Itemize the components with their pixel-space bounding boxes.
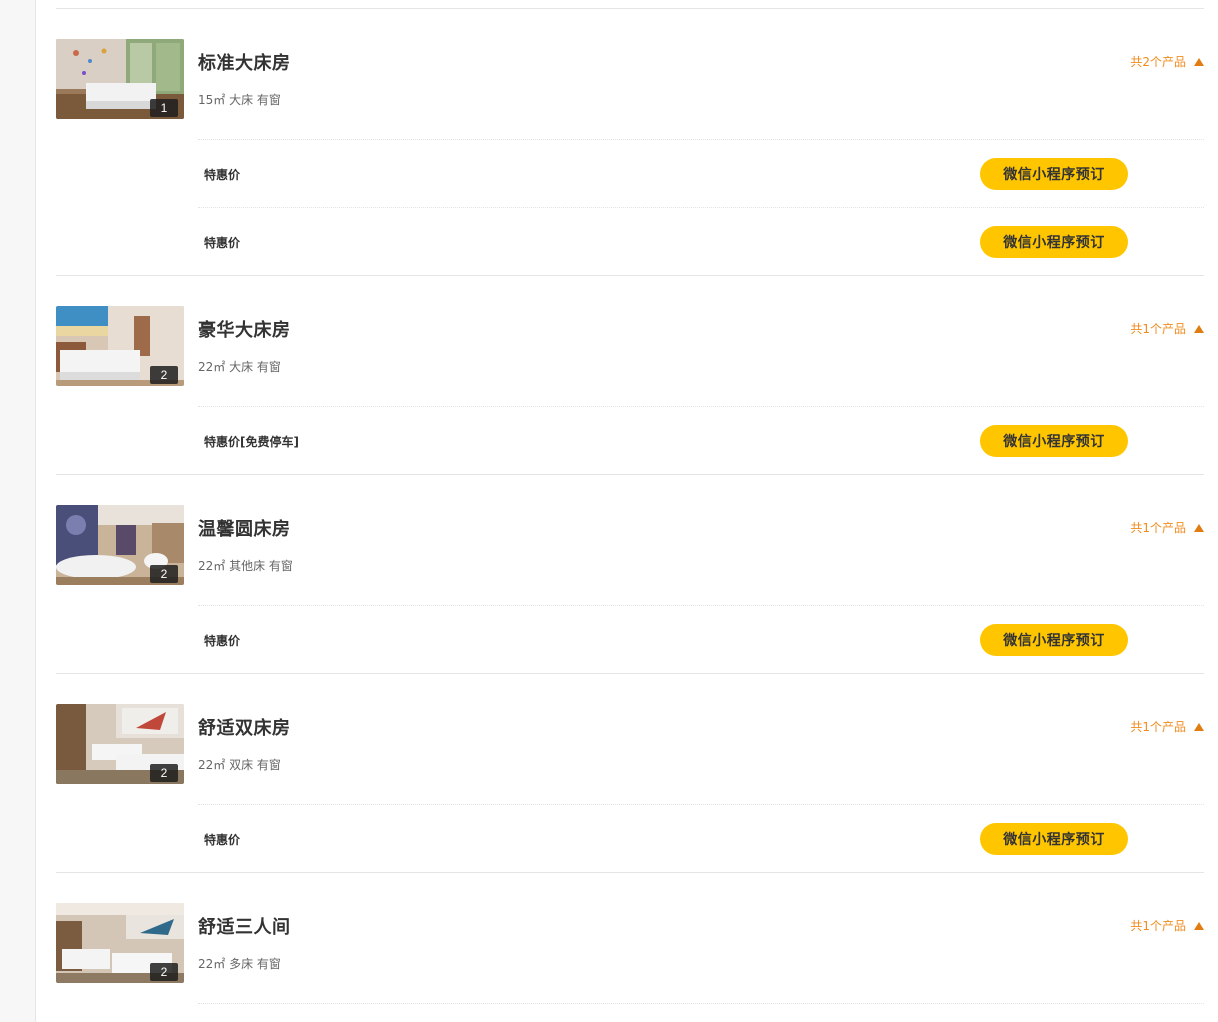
photo-count-badge: 2 (150, 764, 178, 782)
product-list: 特惠价 微信小程序预订 特惠价 微信小程序预订 (198, 139, 1204, 275)
product-name: 特惠价[免费停车] (204, 435, 299, 449)
room-name[interactable]: 豪华大床房 (198, 316, 291, 342)
room-card: 2 温馨圆床房 22㎡ 其他床 有窗 共1个产品 特惠价 微信小程序预订 (56, 475, 1204, 674)
product-row: 特惠价 微信小程序预订 (198, 139, 1204, 207)
room-card: 2 舒适双床房 22㎡ 双床 有窗 共1个产品 特惠价 微信小程序预订 (56, 674, 1204, 873)
wechat-book-button[interactable]: 微信小程序预订 (980, 624, 1128, 656)
triangle-up-icon (1194, 922, 1204, 930)
product-row: 特惠价 微信小程序预订 (198, 207, 1204, 275)
room-photo[interactable]: 2 (56, 903, 184, 983)
product-name: 特惠价 (204, 168, 241, 182)
product-list: 特惠价 微信小程序预订 (198, 605, 1204, 673)
wechat-book-button[interactable]: 微信小程序预订 (980, 823, 1128, 855)
product-row: 特惠价 微信小程序预订 (198, 804, 1204, 872)
room-name[interactable]: 标准大床房 (198, 49, 291, 75)
product-count-label: 共1个产品 (1130, 919, 1186, 933)
product-list-divider (198, 1003, 1204, 1022)
product-count-toggle[interactable]: 共2个产品 (1130, 53, 1204, 70)
room-name[interactable]: 舒适双床房 (198, 714, 291, 740)
wechat-book-button[interactable]: 微信小程序预订 (980, 158, 1128, 190)
wechat-book-button[interactable]: 微信小程序预订 (980, 425, 1128, 457)
room-meta: 22㎡ 双床 有窗 (198, 758, 281, 772)
product-row: 特惠价[免费停车] 微信小程序预订 (198, 406, 1204, 474)
product-count-label: 共1个产品 (1130, 322, 1186, 336)
photo-count-badge: 2 (150, 963, 178, 981)
product-count-toggle[interactable]: 共1个产品 (1130, 320, 1204, 337)
product-count-toggle[interactable]: 共1个产品 (1130, 718, 1204, 735)
room-list: 1 标准大床房 15㎡ 大床 有窗 共2个产品 特惠价 微信小程序预订 特惠价 … (56, 0, 1204, 1022)
triangle-up-icon (1194, 325, 1204, 333)
room-card: 2 舒适三人间 22㎡ 多床 有窗 共1个产品 (56, 873, 1204, 1022)
product-name: 特惠价 (204, 634, 241, 648)
triangle-up-icon (1194, 723, 1204, 731)
product-row: 特惠价 微信小程序预订 (198, 605, 1204, 673)
room-name[interactable]: 温馨圆床房 (198, 515, 291, 541)
room-card: 1 标准大床房 15㎡ 大床 有窗 共2个产品 特惠价 微信小程序预订 特惠价 … (56, 9, 1204, 276)
room-photo[interactable]: 2 (56, 505, 184, 585)
photo-count-badge: 1 (150, 99, 178, 117)
wechat-book-button[interactable]: 微信小程序预订 (980, 226, 1128, 258)
triangle-up-icon (1194, 524, 1204, 532)
left-sidebar-strip (0, 0, 36, 1022)
room-header: 1 标准大床房 15㎡ 大床 有窗 共2个产品 (56, 9, 1204, 139)
product-list: 特惠价 微信小程序预订 (198, 804, 1204, 872)
room-header: 2 豪华大床房 22㎡ 大床 有窗 共1个产品 (56, 276, 1204, 406)
triangle-up-icon (1194, 58, 1204, 66)
room-meta: 15㎡ 大床 有窗 (198, 93, 281, 107)
room-photo[interactable]: 2 (56, 306, 184, 386)
product-name: 特惠价 (204, 833, 241, 847)
product-count-label: 共2个产品 (1130, 55, 1186, 69)
photo-count-badge: 2 (150, 565, 178, 583)
room-meta: 22㎡ 大床 有窗 (198, 360, 281, 374)
product-count-toggle[interactable]: 共1个产品 (1130, 917, 1204, 934)
room-header: 2 温馨圆床房 22㎡ 其他床 有窗 共1个产品 (56, 475, 1204, 605)
photo-count-badge: 2 (150, 366, 178, 384)
room-header: 2 舒适双床房 22㎡ 双床 有窗 共1个产品 (56, 674, 1204, 804)
product-count-label: 共1个产品 (1130, 720, 1186, 734)
product-count-toggle[interactable]: 共1个产品 (1130, 519, 1204, 536)
room-meta: 22㎡ 多床 有窗 (198, 957, 281, 971)
product-name: 特惠价 (204, 236, 241, 250)
room-card: 2 豪华大床房 22㎡ 大床 有窗 共1个产品 特惠价[免费停车] 微信小程序预… (56, 276, 1204, 475)
room-header: 2 舒适三人间 22㎡ 多床 有窗 共1个产品 (56, 873, 1204, 1003)
room-meta: 22㎡ 其他床 有窗 (198, 559, 293, 573)
room-name[interactable]: 舒适三人间 (198, 913, 291, 939)
room-photo[interactable]: 2 (56, 704, 184, 784)
product-count-label: 共1个产品 (1130, 521, 1186, 535)
room-photo[interactable]: 1 (56, 39, 184, 119)
product-list: 特惠价[免费停车] 微信小程序预订 (198, 406, 1204, 474)
top-divider (56, 0, 1204, 9)
